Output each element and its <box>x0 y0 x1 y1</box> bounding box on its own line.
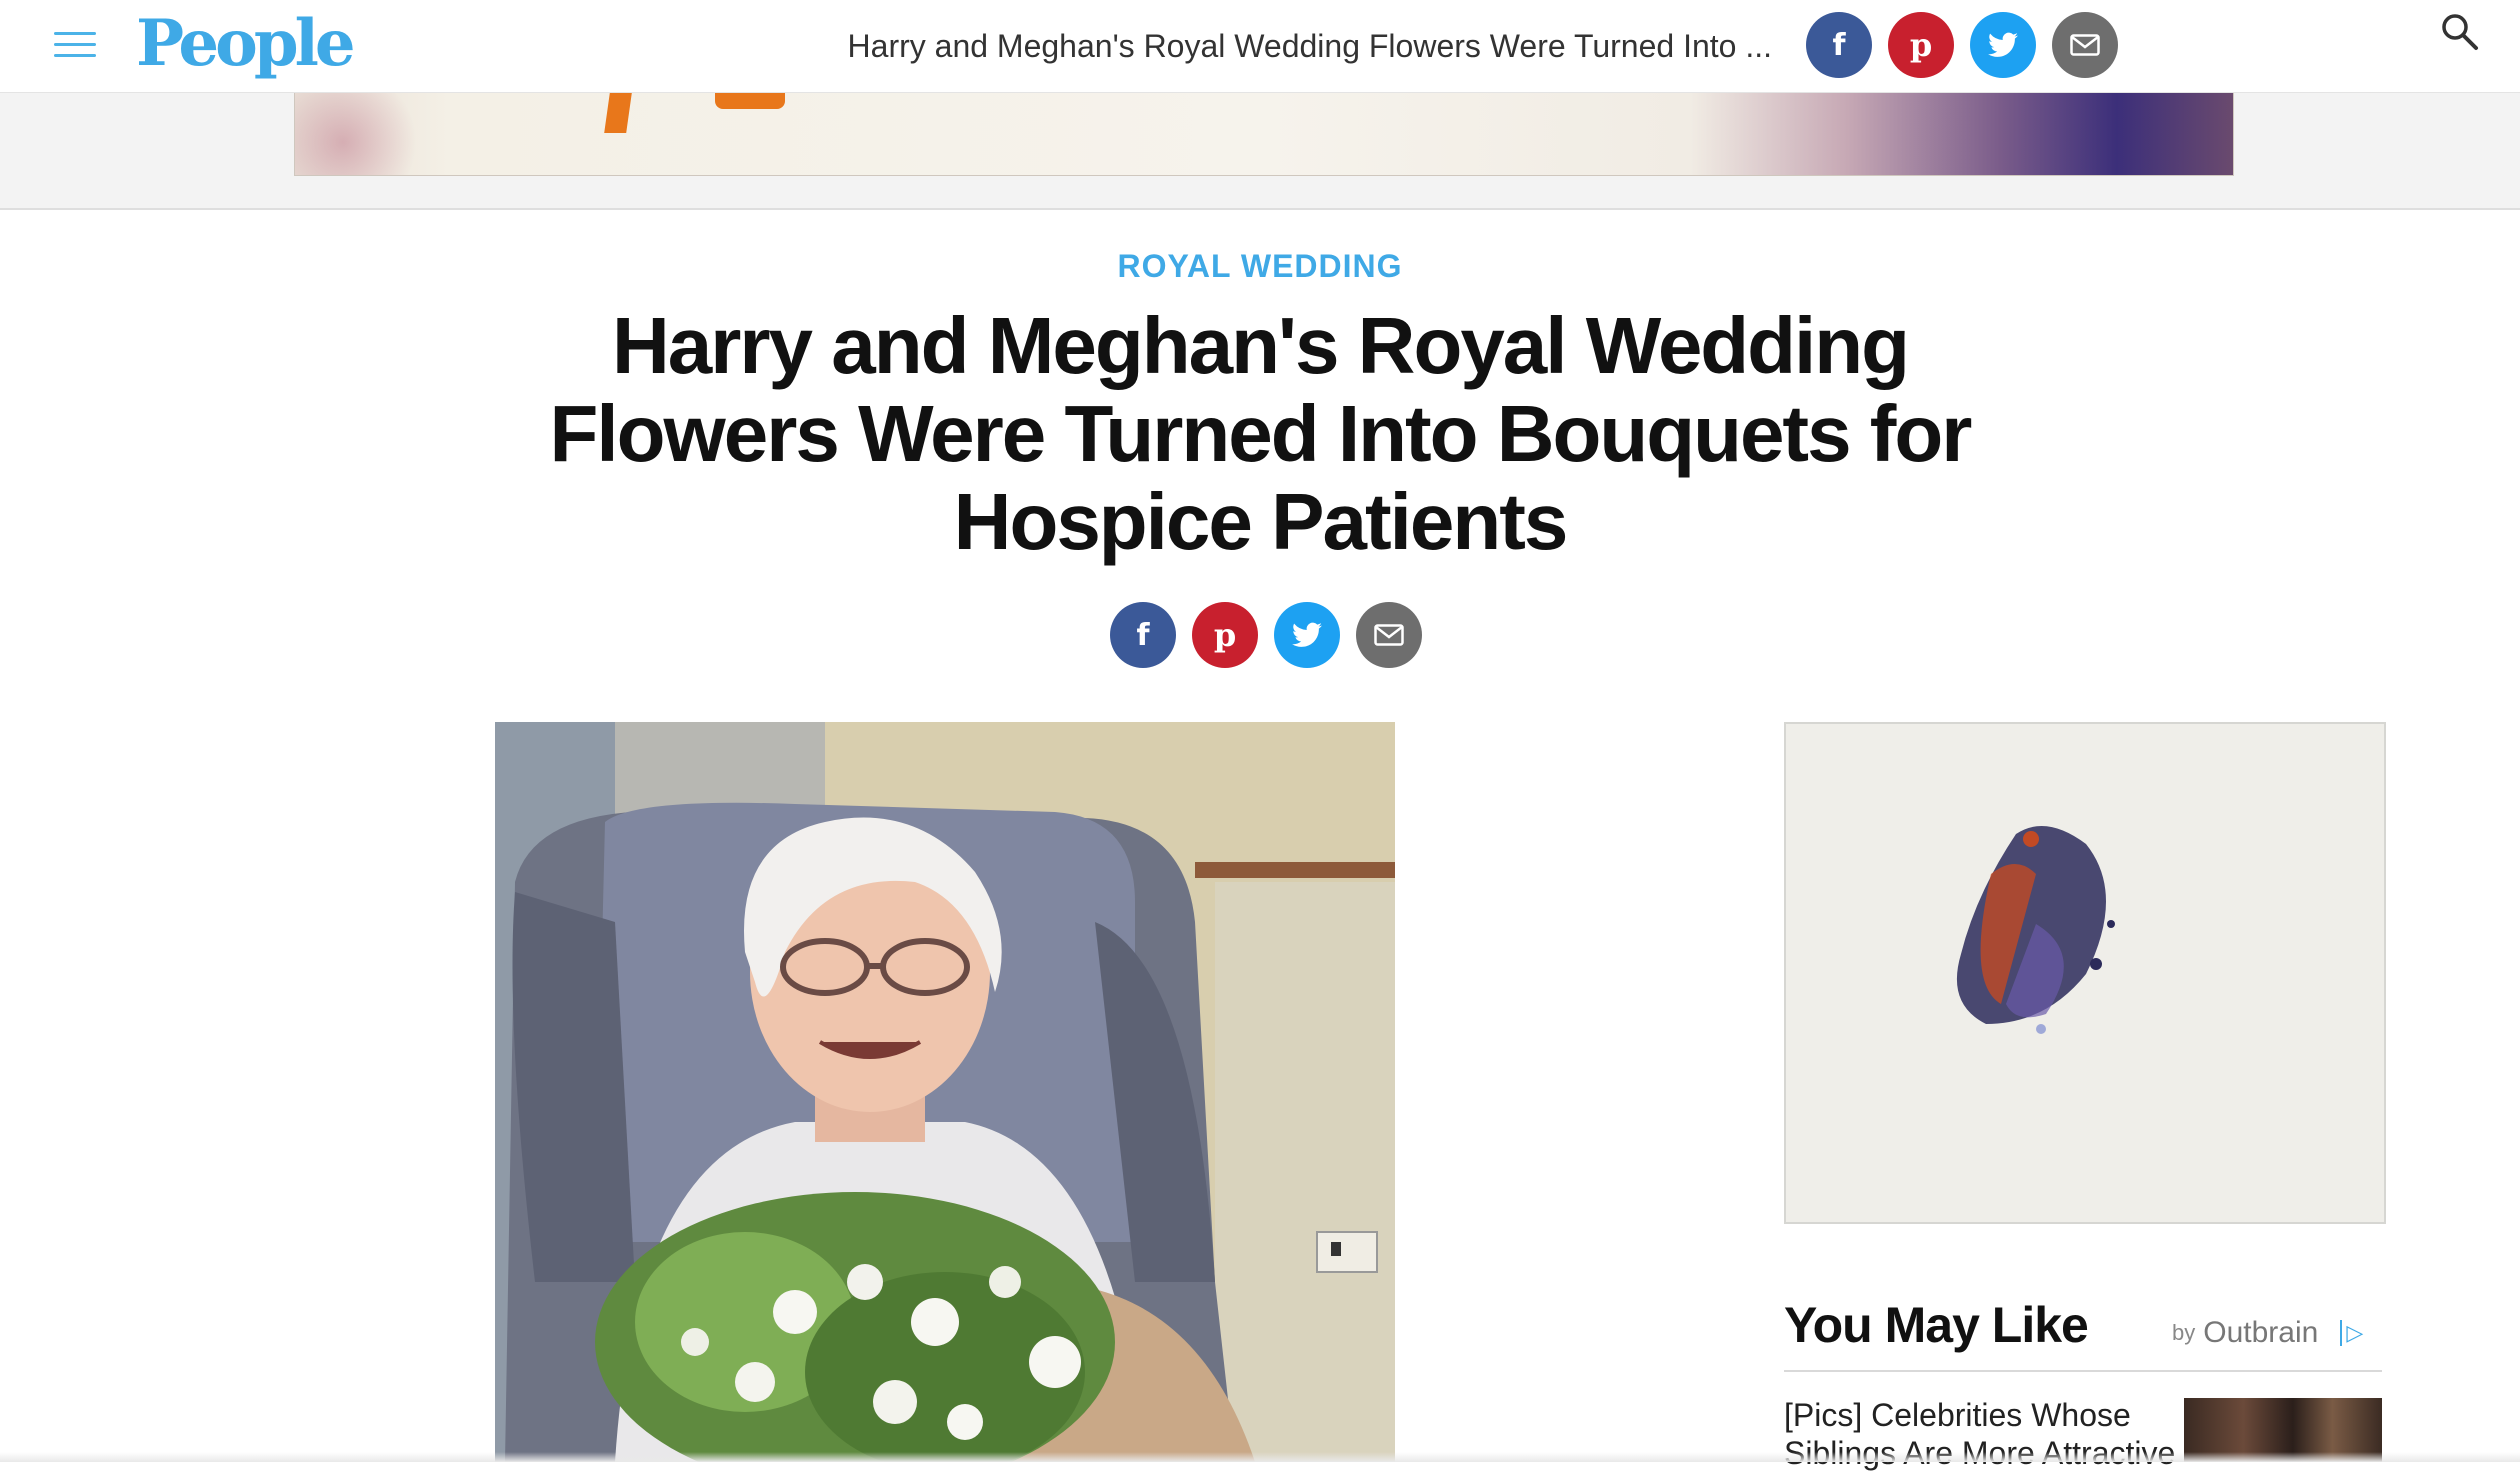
site-header: People Harry and Meghan's Royal Wedding … <box>0 0 2520 93</box>
pinterest-icon: p <box>1213 616 1237 654</box>
banner-ad-area <box>0 92 2520 210</box>
headline-line: Flowers Were Turned Into Bouquets for <box>549 389 1973 478</box>
email-icon <box>2070 34 2100 56</box>
scroll-fade <box>0 1452 2520 1462</box>
divider <box>1784 1370 2382 1372</box>
article-main-photo <box>495 722 1395 1462</box>
twitter-icon <box>1292 622 1322 647</box>
you-may-like-title: You May Like <box>1784 1297 2089 1353</box>
facebook-icon: f <box>1136 617 1150 653</box>
twitter-icon <box>1988 32 2018 57</box>
twitter-share-button[interactable] <box>1970 12 2036 78</box>
menu-icon[interactable] <box>54 30 96 58</box>
article-headline: Harry and Meghan's Royal Wedding Flowers… <box>440 302 2080 566</box>
by-label: by <box>2172 1320 2196 1345</box>
sidebar-ad[interactable] <box>1784 722 2386 1224</box>
header-share-buttons: f p <box>1806 12 2118 78</box>
facebook-share-button[interactable]: f <box>1110 602 1176 668</box>
outbrain-logo: Outbrain <box>2203 1316 2319 1349</box>
adchoices-icon[interactable]: ▷ <box>2340 1320 2363 1346</box>
site-logo[interactable]: People <box>136 2 356 86</box>
ad-artwork <box>1956 826 2115 1034</box>
pinterest-share-button[interactable]: p <box>1888 12 1954 78</box>
pinterest-icon: p <box>1909 26 1933 64</box>
ad-decoration <box>295 93 455 175</box>
outbrain-attribution[interactable]: by Outbrain ▷ <box>2172 1316 2363 1350</box>
twitter-share-button[interactable] <box>1274 602 1340 668</box>
search-icon[interactable] <box>2438 10 2482 54</box>
email-share-button[interactable] <box>1356 602 1422 668</box>
article-category[interactable]: ROYAL WEDDING <box>0 248 2520 285</box>
email-icon <box>1374 624 1404 646</box>
facebook-share-button[interactable]: f <box>1806 12 1872 78</box>
banner-ad[interactable] <box>294 92 2234 176</box>
ad-decoration <box>604 93 632 133</box>
header-article-title: Harry and Meghan's Royal Wedding Flowers… <box>847 28 1772 64</box>
ad-decoration <box>715 93 785 109</box>
email-share-button[interactable] <box>2052 12 2118 78</box>
pinterest-share-button[interactable]: p <box>1192 602 1258 668</box>
article-share-buttons: f p <box>1110 602 1422 668</box>
photo-illustration <box>495 722 1395 1462</box>
headline-line: Harry and Meghan's Royal Wedding <box>612 301 1910 390</box>
headline-line: Hospice Patients <box>953 477 1569 566</box>
facebook-icon: f <box>1832 27 1846 63</box>
